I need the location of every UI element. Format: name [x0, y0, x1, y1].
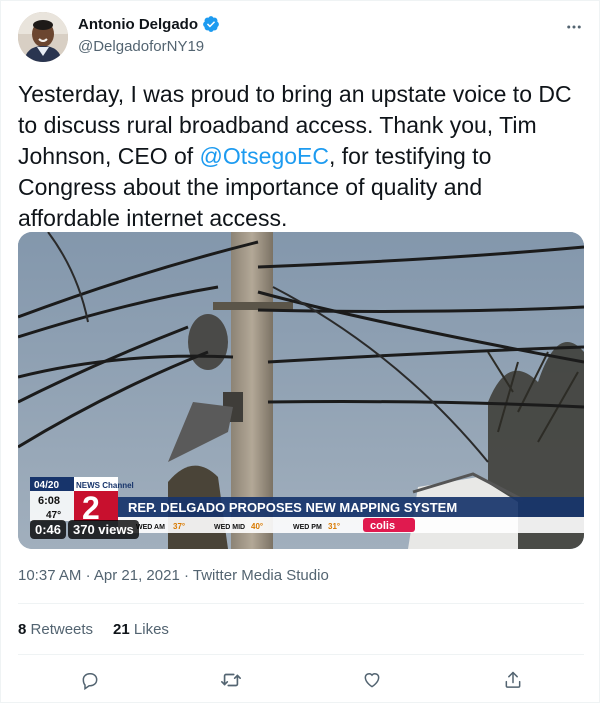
mention-link[interactable]: @OtsegoEC — [200, 143, 329, 169]
meta-separator-2: · — [183, 567, 189, 584]
forecast-label-1: WED AM — [136, 524, 165, 531]
likes-stat[interactable]: 21 Likes — [113, 621, 169, 638]
author-name-row[interactable]: Antonio Delgado — [78, 15, 220, 33]
author-handle[interactable]: @DelgadoforNY19 — [78, 38, 204, 55]
tweet-card: Antonio Delgado @DelgadoforNY19 Yesterda… — [0, 0, 600, 703]
avatar[interactable] — [18, 12, 68, 62]
broadcast-headline: REP. DELGADO PROPOSES NEW MAPPING SYSTEM — [128, 500, 457, 515]
retweets-stat[interactable]: 8 Retweets — [18, 621, 93, 638]
forecast-label-3: WED PM — [293, 524, 322, 531]
broadcast-channel-name: NEWS Channel — [76, 481, 134, 490]
forecast-temp-2: 40° — [251, 522, 263, 531]
likes-count: 21 — [113, 621, 130, 638]
sponsor-name: colis — [370, 520, 395, 532]
divider-top — [18, 603, 584, 604]
forecast-label-2: WED MID — [214, 524, 245, 531]
forecast-bar — [118, 517, 584, 533]
reply-icon[interactable] — [75, 665, 105, 695]
share-icon[interactable] — [498, 665, 528, 695]
tweet-time-link[interactable]: 10:37 AM · Apr 21, 2021 — [18, 567, 180, 584]
action-bar — [1, 665, 600, 695]
tweet-text: Yesterday, I was proud to bring an upsta… — [18, 79, 588, 234]
video-frame: 04/20 NEWS Channel 6:08 47° 2 REP. DELGA… — [18, 232, 584, 549]
video-player[interactable]: 04/20 NEWS Channel 6:08 47° 2 REP. DELGA… — [18, 232, 584, 549]
forecast-temp-3: 31° — [328, 522, 340, 531]
video-views: 370 views — [68, 520, 139, 539]
engagement-stats: 8 Retweets 21 Likes — [18, 621, 169, 638]
avatar-photo — [18, 12, 68, 62]
divider-bottom — [18, 654, 584, 655]
tweet-timestamp: 10:37 AM · Apr 21, 2021 · Twitter Media … — [18, 567, 329, 584]
author-name[interactable]: Antonio Delgado — [78, 16, 198, 33]
tweet-source-link[interactable]: Twitter Media Studio — [193, 567, 329, 584]
retweet-icon[interactable] — [216, 665, 246, 695]
verified-badge-icon — [202, 15, 220, 33]
retweets-count: 8 — [18, 621, 27, 638]
more-options-icon[interactable] — [562, 15, 586, 39]
like-icon[interactable] — [357, 665, 387, 695]
tweet-time: 10:37 AM — [18, 567, 82, 584]
meta-separator: · — [85, 567, 91, 584]
forecast-temp-1: 37° — [173, 522, 185, 531]
video-duration: 0:46 — [30, 520, 67, 539]
broadcast-time: 6:08 — [38, 495, 60, 507]
likes-label: Likes — [133, 621, 169, 638]
broadcast-date: 04/20 — [34, 480, 59, 491]
retweets-label: Retweets — [30, 621, 94, 638]
tweet-date: Apr 21, 2021 — [93, 567, 180, 584]
